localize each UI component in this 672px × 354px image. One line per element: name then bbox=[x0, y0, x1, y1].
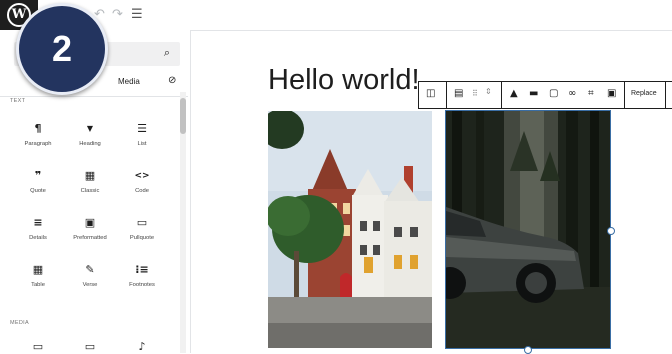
inserter-scrollbar[interactable] bbox=[180, 92, 186, 353]
image-icon: ▭ bbox=[32, 340, 44, 353]
redo-icon[interactable]: ↷ bbox=[112, 7, 123, 23]
block-label: List bbox=[137, 141, 147, 147]
block-label: Pullquote bbox=[129, 235, 155, 241]
block-pullquote[interactable]: ▭ Pullquote bbox=[116, 216, 168, 256]
details-icon: ≡ bbox=[33, 216, 43, 229]
image-townhouses[interactable] bbox=[268, 111, 432, 348]
block-quote[interactable]: ❞ Quote bbox=[12, 169, 64, 209]
block-preformatted[interactable]: ▣ Preformatted bbox=[64, 216, 116, 256]
classic-icon: ▦ bbox=[84, 169, 96, 182]
code-icon: <> bbox=[134, 171, 150, 181]
block-paragraph[interactable]: ¶ Paragraph bbox=[12, 122, 64, 162]
image-block-icon[interactable]: ▤ bbox=[454, 88, 463, 100]
warning-icon[interactable]: ▲ bbox=[510, 88, 518, 100]
scrollbar-thumb[interactable] bbox=[180, 98, 186, 134]
drag-handle-icon[interactable]: ⠿ bbox=[472, 88, 478, 100]
text-overlay-icon[interactable]: ▣ bbox=[607, 88, 616, 100]
block-label: Verse bbox=[82, 282, 98, 288]
image-forest-car[interactable] bbox=[445, 110, 611, 349]
toolbar-divider bbox=[501, 82, 502, 108]
block-label: Preformatted bbox=[73, 235, 107, 241]
verse-icon: ✎ bbox=[85, 263, 95, 276]
block-label: Quote bbox=[30, 188, 46, 194]
block-label: Code bbox=[135, 188, 149, 194]
quote-icon: ❞ bbox=[34, 169, 42, 182]
toolbar-divider bbox=[446, 82, 447, 108]
list-icon: ☰ bbox=[137, 122, 147, 135]
parent-block-icon[interactable]: ◫ bbox=[426, 88, 435, 100]
crop-icon[interactable]: ⌗ bbox=[588, 88, 594, 100]
block-image[interactable]: ▭ bbox=[12, 340, 64, 353]
footnotes-icon: ⁝≡ bbox=[135, 263, 149, 276]
post-title[interactable]: Hello world! bbox=[268, 64, 420, 97]
block-code[interactable]: <> Code bbox=[116, 169, 168, 209]
search-icon: ⌕ bbox=[163, 46, 170, 59]
block-details[interactable]: ≡ Details bbox=[12, 216, 64, 256]
block-toolbar: ◫ ▤ ⠿ ⇕ ▲ ▬ ▢ ∞ ⌗ ▣ Replace bbox=[418, 81, 672, 109]
block-label: Heading bbox=[79, 141, 101, 147]
section-heading-media: MEDIA bbox=[10, 320, 29, 326]
replace-button[interactable]: Replace bbox=[631, 90, 657, 97]
audio-icon: ♪ bbox=[138, 340, 146, 353]
duotone-icon[interactable]: ▢ bbox=[549, 88, 558, 100]
block-label: Details bbox=[29, 235, 47, 241]
block-gallery[interactable]: ▭ bbox=[64, 340, 116, 353]
toolbar-divider bbox=[624, 82, 625, 108]
block-list[interactable]: ☰ List bbox=[116, 122, 168, 162]
block-classic[interactable]: ▦ Classic bbox=[64, 169, 116, 209]
block-table[interactable]: ▦ Table bbox=[12, 263, 64, 303]
document-outline-icon[interactable]: ☰ bbox=[131, 7, 143, 23]
block-label: Footnotes bbox=[129, 282, 155, 288]
link-icon[interactable]: ∞ bbox=[568, 88, 576, 100]
patterns-tab-icon[interactable]: ⊘ bbox=[168, 75, 176, 86]
paragraph-icon: ¶ bbox=[34, 122, 42, 135]
tab-media[interactable]: Media bbox=[118, 77, 140, 86]
table-icon: ▦ bbox=[32, 263, 44, 276]
townhouses-photo bbox=[268, 111, 432, 348]
toolbar-divider bbox=[665, 82, 666, 108]
block-label: Classic bbox=[80, 188, 100, 194]
block-verse[interactable]: ✎ Verse bbox=[64, 263, 116, 303]
block-heading[interactable]: ▼ Heading bbox=[64, 122, 116, 162]
block-audio[interactable]: ♪ bbox=[116, 340, 168, 353]
heading-icon: ▼ bbox=[86, 124, 94, 133]
pullquote-icon: ▭ bbox=[136, 216, 148, 229]
preformatted-icon: ▣ bbox=[84, 216, 96, 229]
tutorial-step-badge: 2 bbox=[16, 3, 108, 95]
section-heading-text: TEXT bbox=[10, 98, 26, 104]
forest-car-photo bbox=[446, 111, 610, 348]
align-icon[interactable]: ▬ bbox=[529, 88, 538, 100]
block-label: Paragraph bbox=[24, 141, 52, 147]
block-footnotes[interactable]: ⁝≡ Footnotes bbox=[116, 263, 168, 303]
gallery-icon: ▭ bbox=[84, 340, 96, 353]
block-label: Table bbox=[31, 282, 45, 288]
move-up-down-icon[interactable]: ⇕ bbox=[485, 86, 492, 98]
resize-handle-right[interactable] bbox=[607, 227, 615, 235]
